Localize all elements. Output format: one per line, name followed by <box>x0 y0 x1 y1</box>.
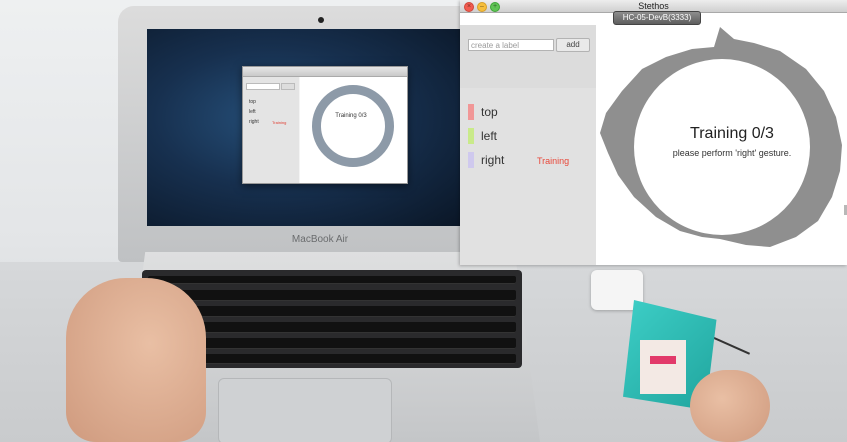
stethos-window: × – + Stethos HC-05-DevB(3333) add top l… <box>460 0 847 265</box>
laptop-screen: top left right Training Training 0/3 <box>147 29 461 226</box>
holding-hand <box>690 370 770 442</box>
add-label-button[interactable]: add <box>556 38 590 52</box>
laptop-app-label: left <box>249 109 256 115</box>
waveform-center <box>634 59 810 235</box>
label-list: top left right Training <box>460 88 596 265</box>
label-name: top <box>481 105 498 119</box>
papercraft-figure-bow <box>650 356 676 364</box>
laptop-trackpad <box>218 378 392 442</box>
training-status: Training <box>537 156 570 166</box>
device-badge: HC-05-DevB(3333) <box>613 11 701 25</box>
label-item-top[interactable]: top <box>460 102 596 122</box>
laptop-app-canvas: Training 0/3 <box>300 77 407 183</box>
papercraft-figure-face <box>640 340 686 394</box>
laptop-app-sidebar: top left right Training <box>243 77 299 183</box>
laptop-app-add-button <box>281 83 295 90</box>
label-color-swatch <box>468 104 474 120</box>
waveform-ring <box>600 27 842 247</box>
sidebar: add top left right Training <box>460 25 596 265</box>
label-item-right[interactable]: right Training <box>460 150 596 170</box>
training-title: Training 0/3 <box>690 125 774 142</box>
laptop-app-titlebar <box>243 67 407 77</box>
laptop-app-waveform <box>312 85 394 167</box>
laptop-app-label: top <box>249 99 256 105</box>
label-input[interactable] <box>468 39 554 51</box>
label-name: left <box>481 129 498 143</box>
typing-hand <box>66 278 206 442</box>
laptop-app-window: top left right Training Training 0/3 <box>242 66 408 184</box>
number-key-row <box>148 290 516 301</box>
laptop-app-input <box>246 83 280 90</box>
laptop-app-message: Training 0/3 <box>335 113 367 119</box>
laptop-brand-label: MacBook Air <box>291 234 349 245</box>
label-item-left[interactable]: left <box>460 126 596 146</box>
function-key-row <box>148 276 516 284</box>
laptop-app-status: Training <box>272 120 287 125</box>
laptop-app-label: right <box>249 119 259 125</box>
label-name: right <box>481 153 505 167</box>
top-letter-key-row <box>148 306 516 317</box>
label-color-swatch <box>468 128 474 144</box>
webcam-icon <box>318 17 324 23</box>
label-color-swatch <box>468 152 474 168</box>
gesture-instruction: please perform 'right' gesture. <box>672 148 792 158</box>
gesture-canvas: Training 0/3 please perform 'right' gest… <box>596 25 847 265</box>
